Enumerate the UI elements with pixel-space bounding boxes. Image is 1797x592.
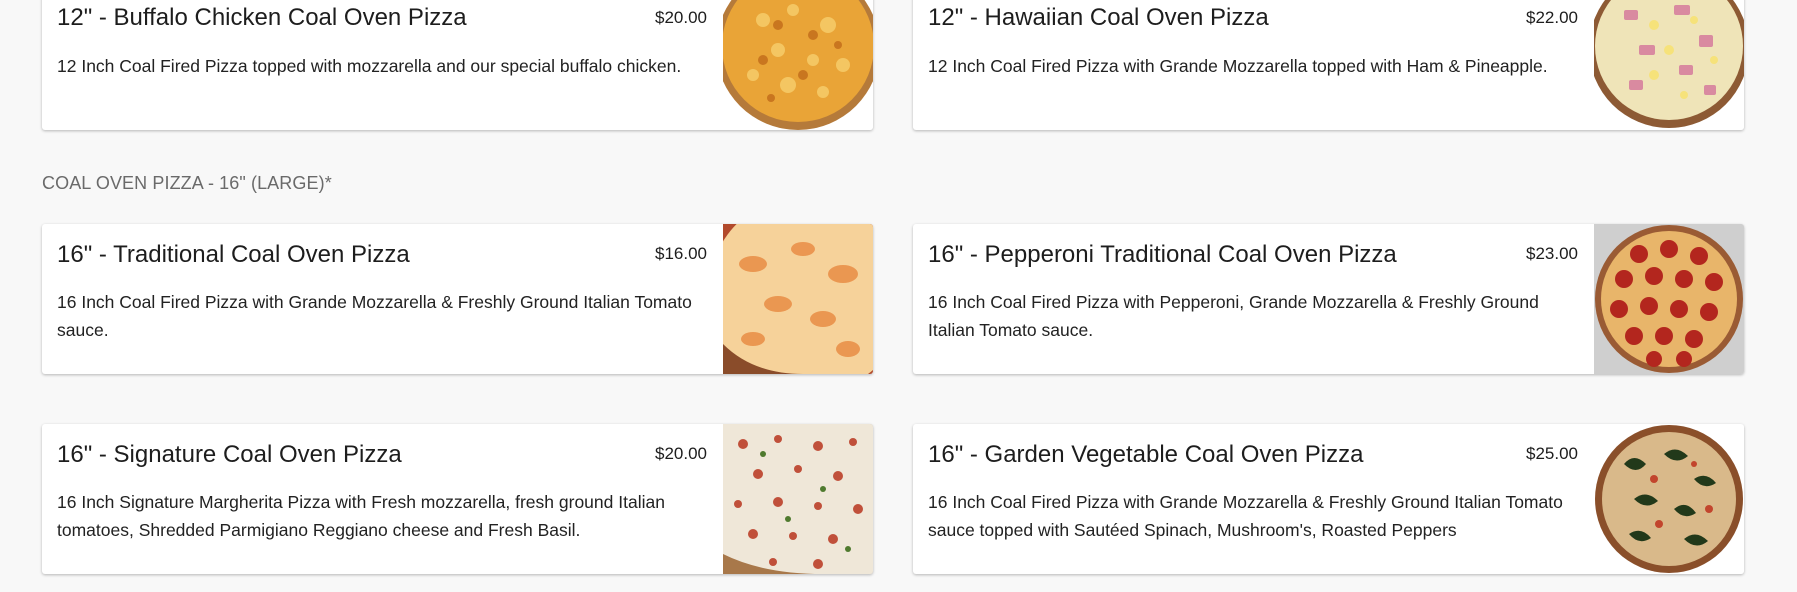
menu-item-description: 16 Inch Coal Fired Pizza with Grande Moz… <box>57 292 692 340</box>
menu-item-description: 16 Inch Coal Fired Pizza with Grande Moz… <box>928 492 1563 540</box>
menu-item-name: 12" - Buffalo Chicken Coal Oven Pizza <box>57 4 467 31</box>
menu-item-description: 12 Inch Coal Fired Pizza with Grande Moz… <box>928 56 1548 76</box>
menu-item-name: 16" - Garden Vegetable Coal Oven Pizza <box>928 441 1364 468</box>
menu-item-description: 16 Inch Coal Fired Pizza with Pepperoni,… <box>928 292 1539 340</box>
menu-item-card[interactable]: 12" - Buffalo Chicken Coal Oven Pizza $2… <box>42 0 873 130</box>
menu-item-card[interactable]: 16" - Signature Coal Oven Pizza $20.00 1… <box>42 424 873 574</box>
menu-item-description: 12 Inch Coal Fired Pizza topped with moz… <box>57 56 682 76</box>
menu-item-price: $20.00 <box>655 444 707 463</box>
section-heading: COAL OVEN PIZZA - 16" (LARGE)* <box>42 173 332 193</box>
buffalo-chicken-pizza-photo <box>723 0 873 130</box>
traditional-pizza-photo <box>723 224 873 374</box>
menu-item-card[interactable]: 16" - Garden Vegetable Coal Oven Pizza $… <box>913 424 1744 574</box>
pepperoni-pizza-photo <box>1594 224 1744 374</box>
menu-item-price: $20.00 <box>655 8 707 27</box>
menu-item-price: $16.00 <box>655 244 707 263</box>
menu-item-price: $22.00 <box>1526 8 1578 27</box>
menu-item-price: $25.00 <box>1526 444 1578 463</box>
menu-item-name: 16" - Pepperoni Traditional Coal Oven Pi… <box>928 241 1397 268</box>
menu-item-name: 12" - Hawaiian Coal Oven Pizza <box>928 4 1269 31</box>
signature-pizza-photo <box>723 424 873 574</box>
menu-item-name: 16" - Traditional Coal Oven Pizza <box>57 241 410 268</box>
menu-item-name: 16" - Signature Coal Oven Pizza <box>57 441 402 468</box>
hawaiian-pizza-photo <box>1594 0 1744 130</box>
menu-item-card[interactable]: 16" - Traditional Coal Oven Pizza $16.00… <box>42 224 873 374</box>
menu-item-description: 16 Inch Signature Margherita Pizza with … <box>57 492 665 540</box>
menu-item-price: $23.00 <box>1526 244 1578 263</box>
menu-item-card[interactable]: 12" - Hawaiian Coal Oven Pizza $22.00 12… <box>913 0 1744 130</box>
menu-item-card[interactable]: 16" - Pepperoni Traditional Coal Oven Pi… <box>913 224 1744 374</box>
garden-vegetable-pizza-photo <box>1594 424 1744 574</box>
